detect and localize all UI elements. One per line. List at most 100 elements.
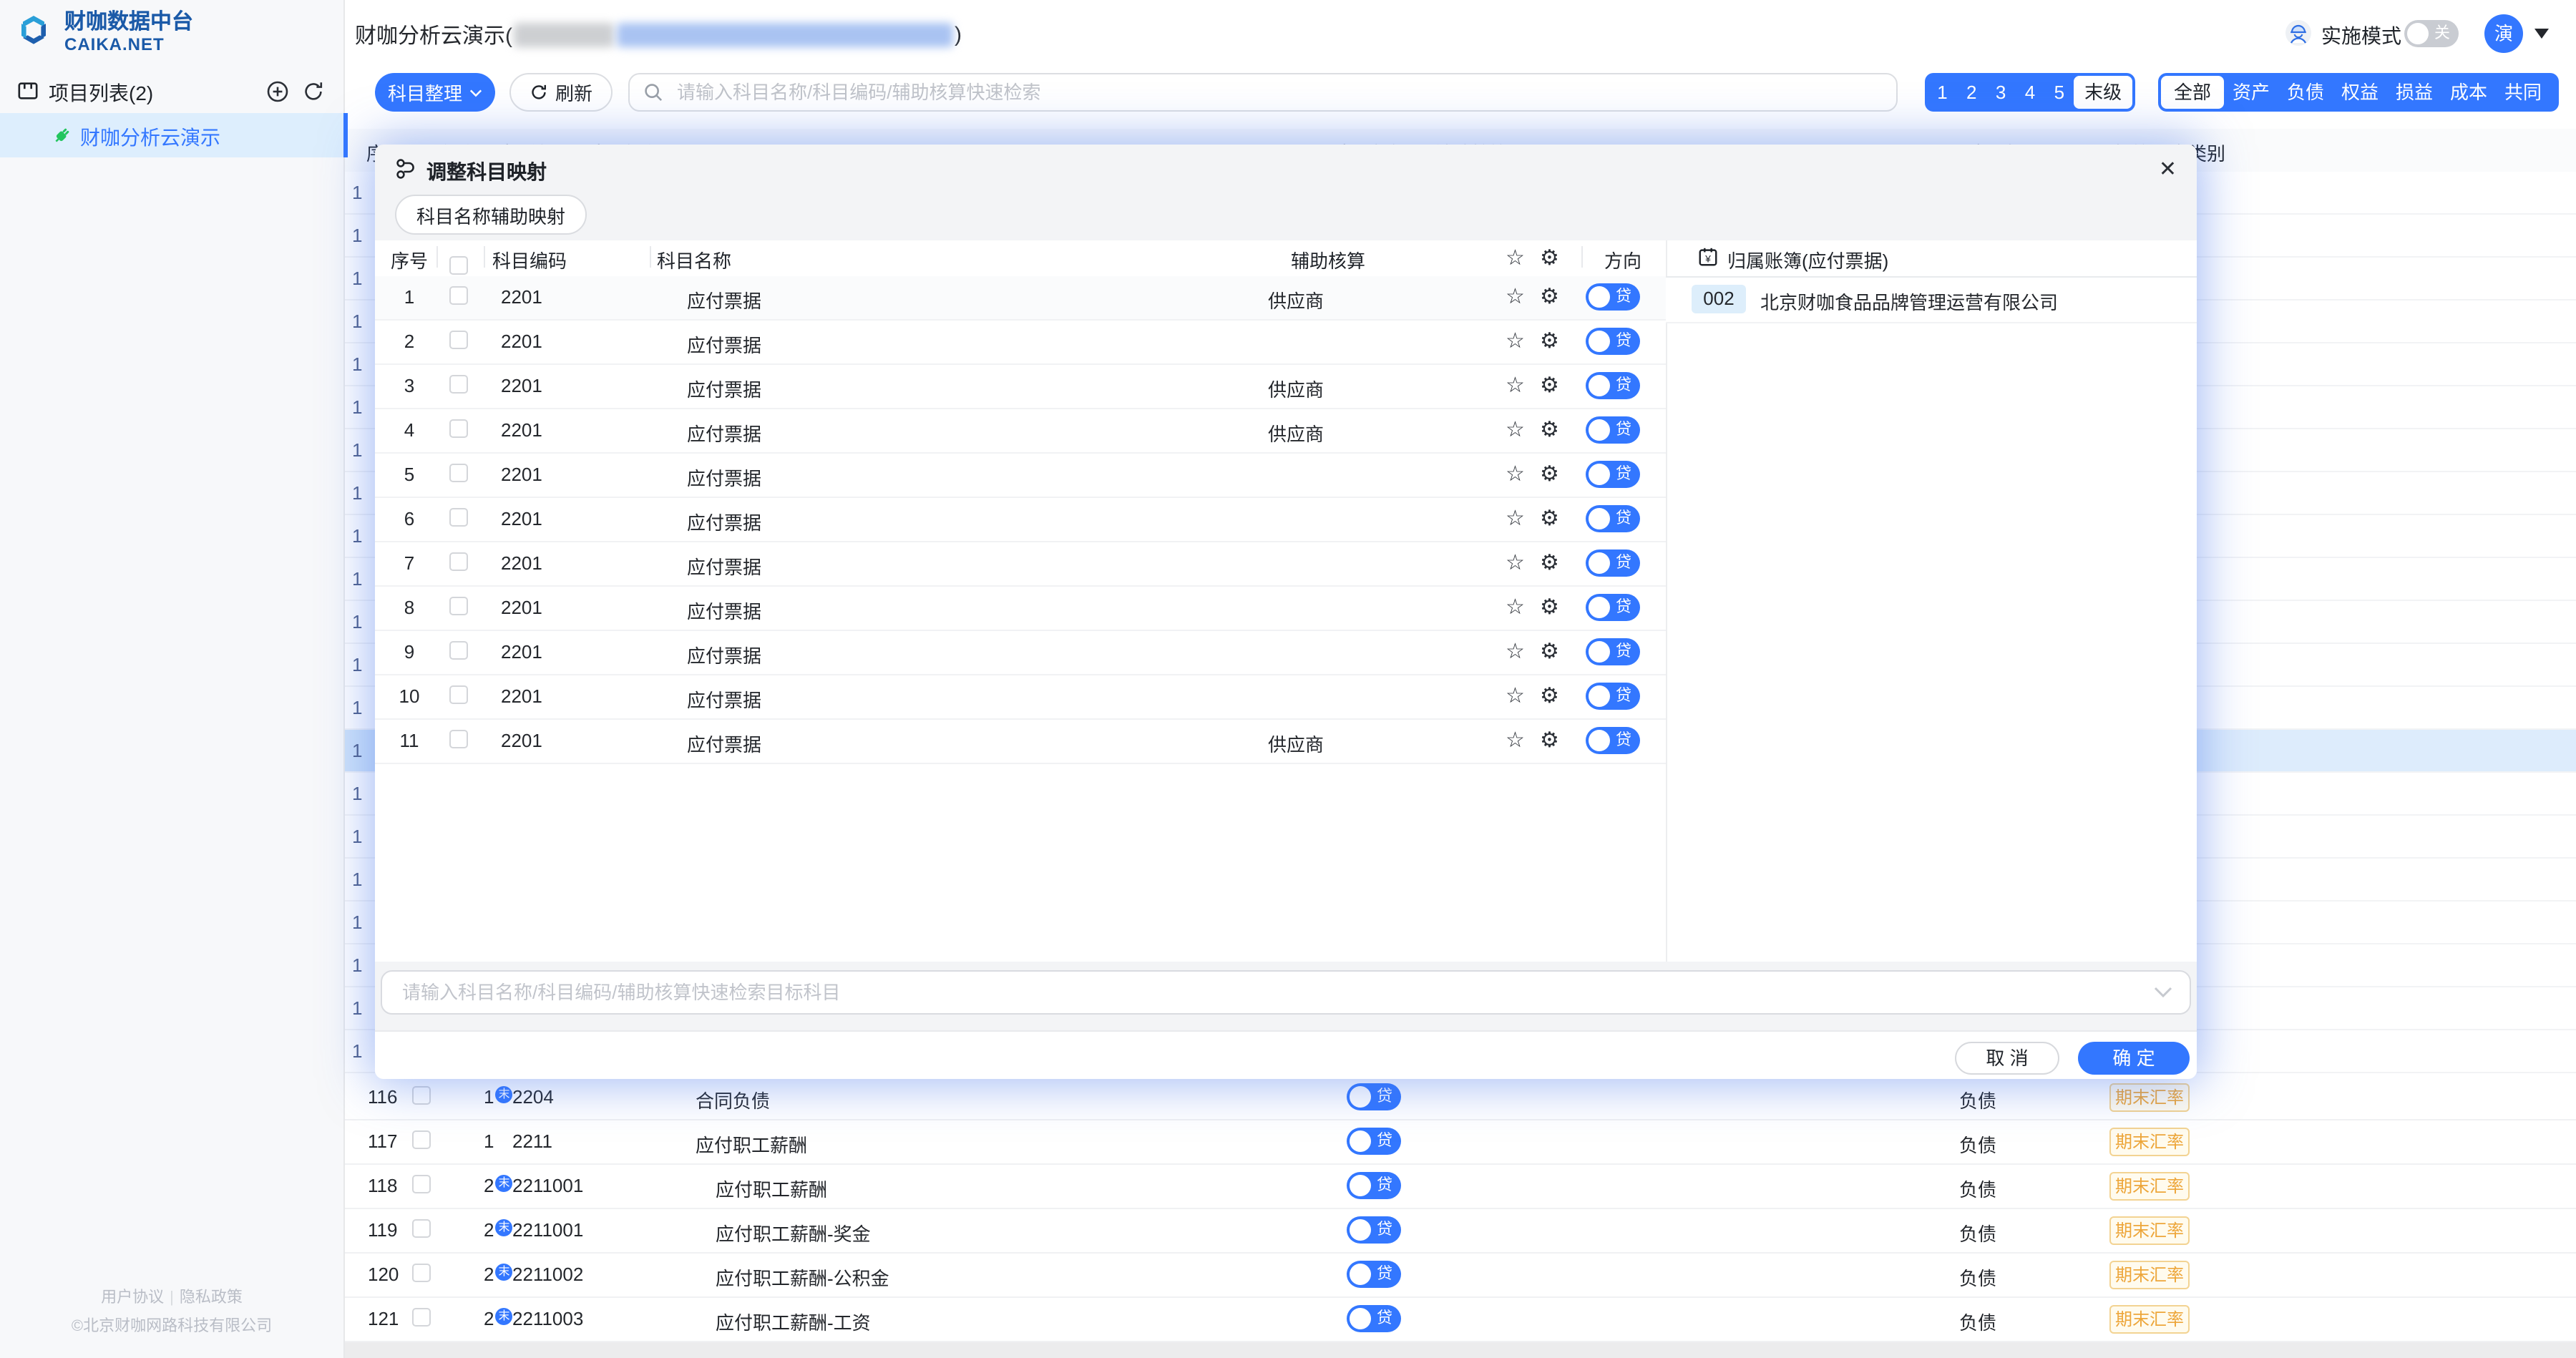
sidebar-item-project[interactable]: 财咖分析云演示 bbox=[0, 113, 348, 157]
modal-table-row[interactable]: 2 2201 应付票据 ☆ ⚙ 贷 bbox=[375, 321, 1666, 365]
modal-table-row[interactable]: 11 2201 应付票据 供应商 ☆ ⚙ 贷 bbox=[375, 720, 1666, 764]
star-icon[interactable]: ☆ bbox=[1506, 683, 1525, 708]
add-project-icon[interactable] bbox=[266, 80, 289, 103]
direction-toggle[interactable]: 贷 bbox=[1586, 328, 1640, 355]
row-checkbox[interactable] bbox=[412, 1308, 431, 1327]
gear-icon[interactable]: ⚙ bbox=[1540, 372, 1559, 398]
star-icon[interactable]: ☆ bbox=[1506, 416, 1525, 442]
table-row[interactable]: 121 2末 2211003 应付职工薪酬-工资 贷 负债 期末汇率 bbox=[343, 1298, 2576, 1342]
table-row[interactable]: 119 2末 2211001 应付职工薪酬-奖金 贷 负债 期末汇率 bbox=[343, 1209, 2576, 1254]
direction-toggle[interactable]: 贷 bbox=[1347, 1172, 1401, 1199]
cancel-button[interactable]: 取 消 bbox=[1955, 1042, 2059, 1075]
gear-icon[interactable]: ⚙ bbox=[1540, 727, 1559, 753]
direction-toggle[interactable]: 贷 bbox=[1586, 727, 1640, 754]
gear-icon[interactable]: ⚙ bbox=[1540, 461, 1559, 487]
direction-toggle[interactable]: 贷 bbox=[1586, 594, 1640, 621]
star-icon[interactable]: ☆ bbox=[1506, 245, 1525, 270]
modal-select-all-checkbox[interactable] bbox=[449, 256, 468, 275]
filter-chip-5[interactable]: 5 bbox=[2044, 76, 2074, 109]
direction-toggle[interactable]: 贷 bbox=[1586, 638, 1640, 665]
impl-mode-toggle[interactable]: 关 bbox=[2404, 20, 2459, 47]
direction-toggle[interactable]: 贷 bbox=[1586, 461, 1640, 488]
star-icon[interactable]: ☆ bbox=[1506, 638, 1525, 664]
star-icon[interactable]: ☆ bbox=[1506, 727, 1525, 753]
modal-table-row[interactable]: 6 2201 应付票据 ☆ ⚙ 贷 bbox=[375, 498, 1666, 542]
direction-toggle[interactable]: 贷 bbox=[1347, 1305, 1401, 1332]
filter-chip-末级[interactable]: 末级 bbox=[2074, 76, 2132, 109]
filter-chip-成本[interactable]: 成本 bbox=[2441, 76, 2496, 109]
privacy-policy-link[interactable]: 隐私政策 bbox=[180, 1289, 243, 1306]
filter-chip-3[interactable]: 3 bbox=[1986, 76, 2016, 109]
confirm-button[interactable]: 确 定 bbox=[2078, 1042, 2190, 1075]
row-checkbox[interactable] bbox=[449, 464, 468, 482]
modal-table-row[interactable]: 9 2201 应付票据 ☆ ⚙ 贷 bbox=[375, 631, 1666, 675]
gear-icon[interactable]: ⚙ bbox=[1540, 549, 1559, 575]
caret-down-icon[interactable] bbox=[2534, 29, 2549, 39]
table-row[interactable]: 117 1 2211 应付职工薪酬 贷 负债 期末汇率 bbox=[343, 1120, 2576, 1165]
modal-table-row[interactable]: 7 2201 应付票据 ☆ ⚙ 贷 bbox=[375, 542, 1666, 587]
name-aux-mapping-button[interactable]: 科目名称辅助映射 bbox=[395, 195, 587, 235]
refresh-projects-icon[interactable] bbox=[302, 80, 325, 103]
row-checkbox[interactable] bbox=[412, 1264, 431, 1282]
star-icon[interactable]: ☆ bbox=[1506, 328, 1525, 353]
row-checkbox[interactable] bbox=[449, 375, 468, 394]
search-input[interactable] bbox=[674, 80, 1896, 104]
filter-chip-全部[interactable]: 全部 bbox=[2161, 76, 2224, 109]
row-checkbox[interactable] bbox=[412, 1086, 431, 1105]
direction-toggle[interactable]: 贷 bbox=[1586, 505, 1640, 532]
direction-toggle[interactable]: 贷 bbox=[1347, 1128, 1401, 1155]
filter-chip-权益[interactable]: 权益 bbox=[2333, 76, 2387, 109]
modal-table-row[interactable]: 8 2201 应付票据 ☆ ⚙ 贷 bbox=[375, 587, 1666, 631]
row-checkbox[interactable] bbox=[449, 419, 468, 438]
table-row[interactable]: 120 2末 2211002 应付职工薪酬-公积金 贷 负债 期末汇率 bbox=[343, 1254, 2576, 1298]
modal-table-row[interactable]: 1 2201 应付票据 供应商 ☆ ⚙ 贷 bbox=[375, 276, 1666, 321]
row-checkbox[interactable] bbox=[412, 1130, 431, 1149]
filter-chip-共同[interactable]: 共同 bbox=[2496, 76, 2550, 109]
direction-toggle[interactable]: 贷 bbox=[1347, 1216, 1401, 1244]
filter-chip-损益[interactable]: 损益 bbox=[2387, 76, 2441, 109]
row-checkbox[interactable] bbox=[449, 331, 468, 349]
direction-toggle[interactable]: 贷 bbox=[1586, 416, 1640, 444]
direction-toggle[interactable]: 贷 bbox=[1586, 283, 1640, 311]
filter-chip-1[interactable]: 1 bbox=[1928, 76, 1957, 109]
gear-icon[interactable]: ⚙ bbox=[1540, 594, 1559, 620]
star-icon[interactable]: ☆ bbox=[1506, 549, 1525, 575]
avatar[interactable]: 演 bbox=[2484, 14, 2523, 53]
gear-icon[interactable]: ⚙ bbox=[1540, 638, 1559, 664]
star-icon[interactable]: ☆ bbox=[1506, 372, 1525, 398]
modal-table-row[interactable]: 10 2201 应付票据 ☆ ⚙ 贷 bbox=[375, 675, 1666, 720]
refresh-button[interactable]: 刷新 bbox=[509, 73, 613, 112]
modal-table-row[interactable]: 5 2201 应付票据 ☆ ⚙ 贷 bbox=[375, 454, 1666, 498]
gear-icon[interactable]: ⚙ bbox=[1540, 245, 1559, 270]
direction-toggle[interactable]: 贷 bbox=[1586, 549, 1640, 577]
row-checkbox[interactable] bbox=[412, 1175, 431, 1193]
target-subject-input[interactable] bbox=[399, 980, 2154, 1005]
gear-icon[interactable]: ⚙ bbox=[1540, 505, 1559, 531]
direction-toggle[interactable]: 贷 bbox=[1586, 683, 1640, 710]
direction-toggle[interactable]: 贷 bbox=[1347, 1261, 1401, 1288]
row-checkbox[interactable] bbox=[449, 508, 468, 527]
subject-menu-button[interactable]: 科目整理 bbox=[375, 73, 495, 112]
user-agreement-link[interactable]: 用户协议 bbox=[101, 1289, 164, 1306]
gear-icon[interactable]: ⚙ bbox=[1540, 416, 1559, 442]
filter-chip-资产[interactable]: 资产 bbox=[2224, 76, 2278, 109]
direction-toggle[interactable]: 贷 bbox=[1347, 1083, 1401, 1110]
star-icon[interactable]: ☆ bbox=[1506, 283, 1525, 309]
gear-icon[interactable]: ⚙ bbox=[1540, 328, 1559, 353]
star-icon[interactable]: ☆ bbox=[1506, 461, 1525, 487]
row-checkbox[interactable] bbox=[449, 286, 468, 305]
row-checkbox[interactable] bbox=[449, 730, 468, 748]
direction-toggle[interactable]: 贷 bbox=[1586, 372, 1640, 399]
gear-icon[interactable]: ⚙ bbox=[1540, 283, 1559, 309]
table-row[interactable]: 116 1末 2204 合同负债 贷 负债 期末汇率 bbox=[343, 1076, 2576, 1120]
row-checkbox[interactable] bbox=[412, 1219, 431, 1238]
filter-chip-负债[interactable]: 负债 bbox=[2278, 76, 2333, 109]
star-icon[interactable]: ☆ bbox=[1506, 505, 1525, 531]
filter-chip-4[interactable]: 4 bbox=[2016, 76, 2045, 109]
target-book-entry[interactable]: 002 北京财咖食品品牌管理运营有限公司 bbox=[1666, 278, 2197, 323]
filter-chip-2[interactable]: 2 bbox=[1957, 76, 1986, 109]
star-icon[interactable]: ☆ bbox=[1506, 594, 1525, 620]
row-checkbox[interactable] bbox=[449, 641, 468, 660]
modal-table-row[interactable]: 3 2201 应付票据 供应商 ☆ ⚙ 贷 bbox=[375, 365, 1666, 409]
gear-icon[interactable]: ⚙ bbox=[1540, 683, 1559, 708]
